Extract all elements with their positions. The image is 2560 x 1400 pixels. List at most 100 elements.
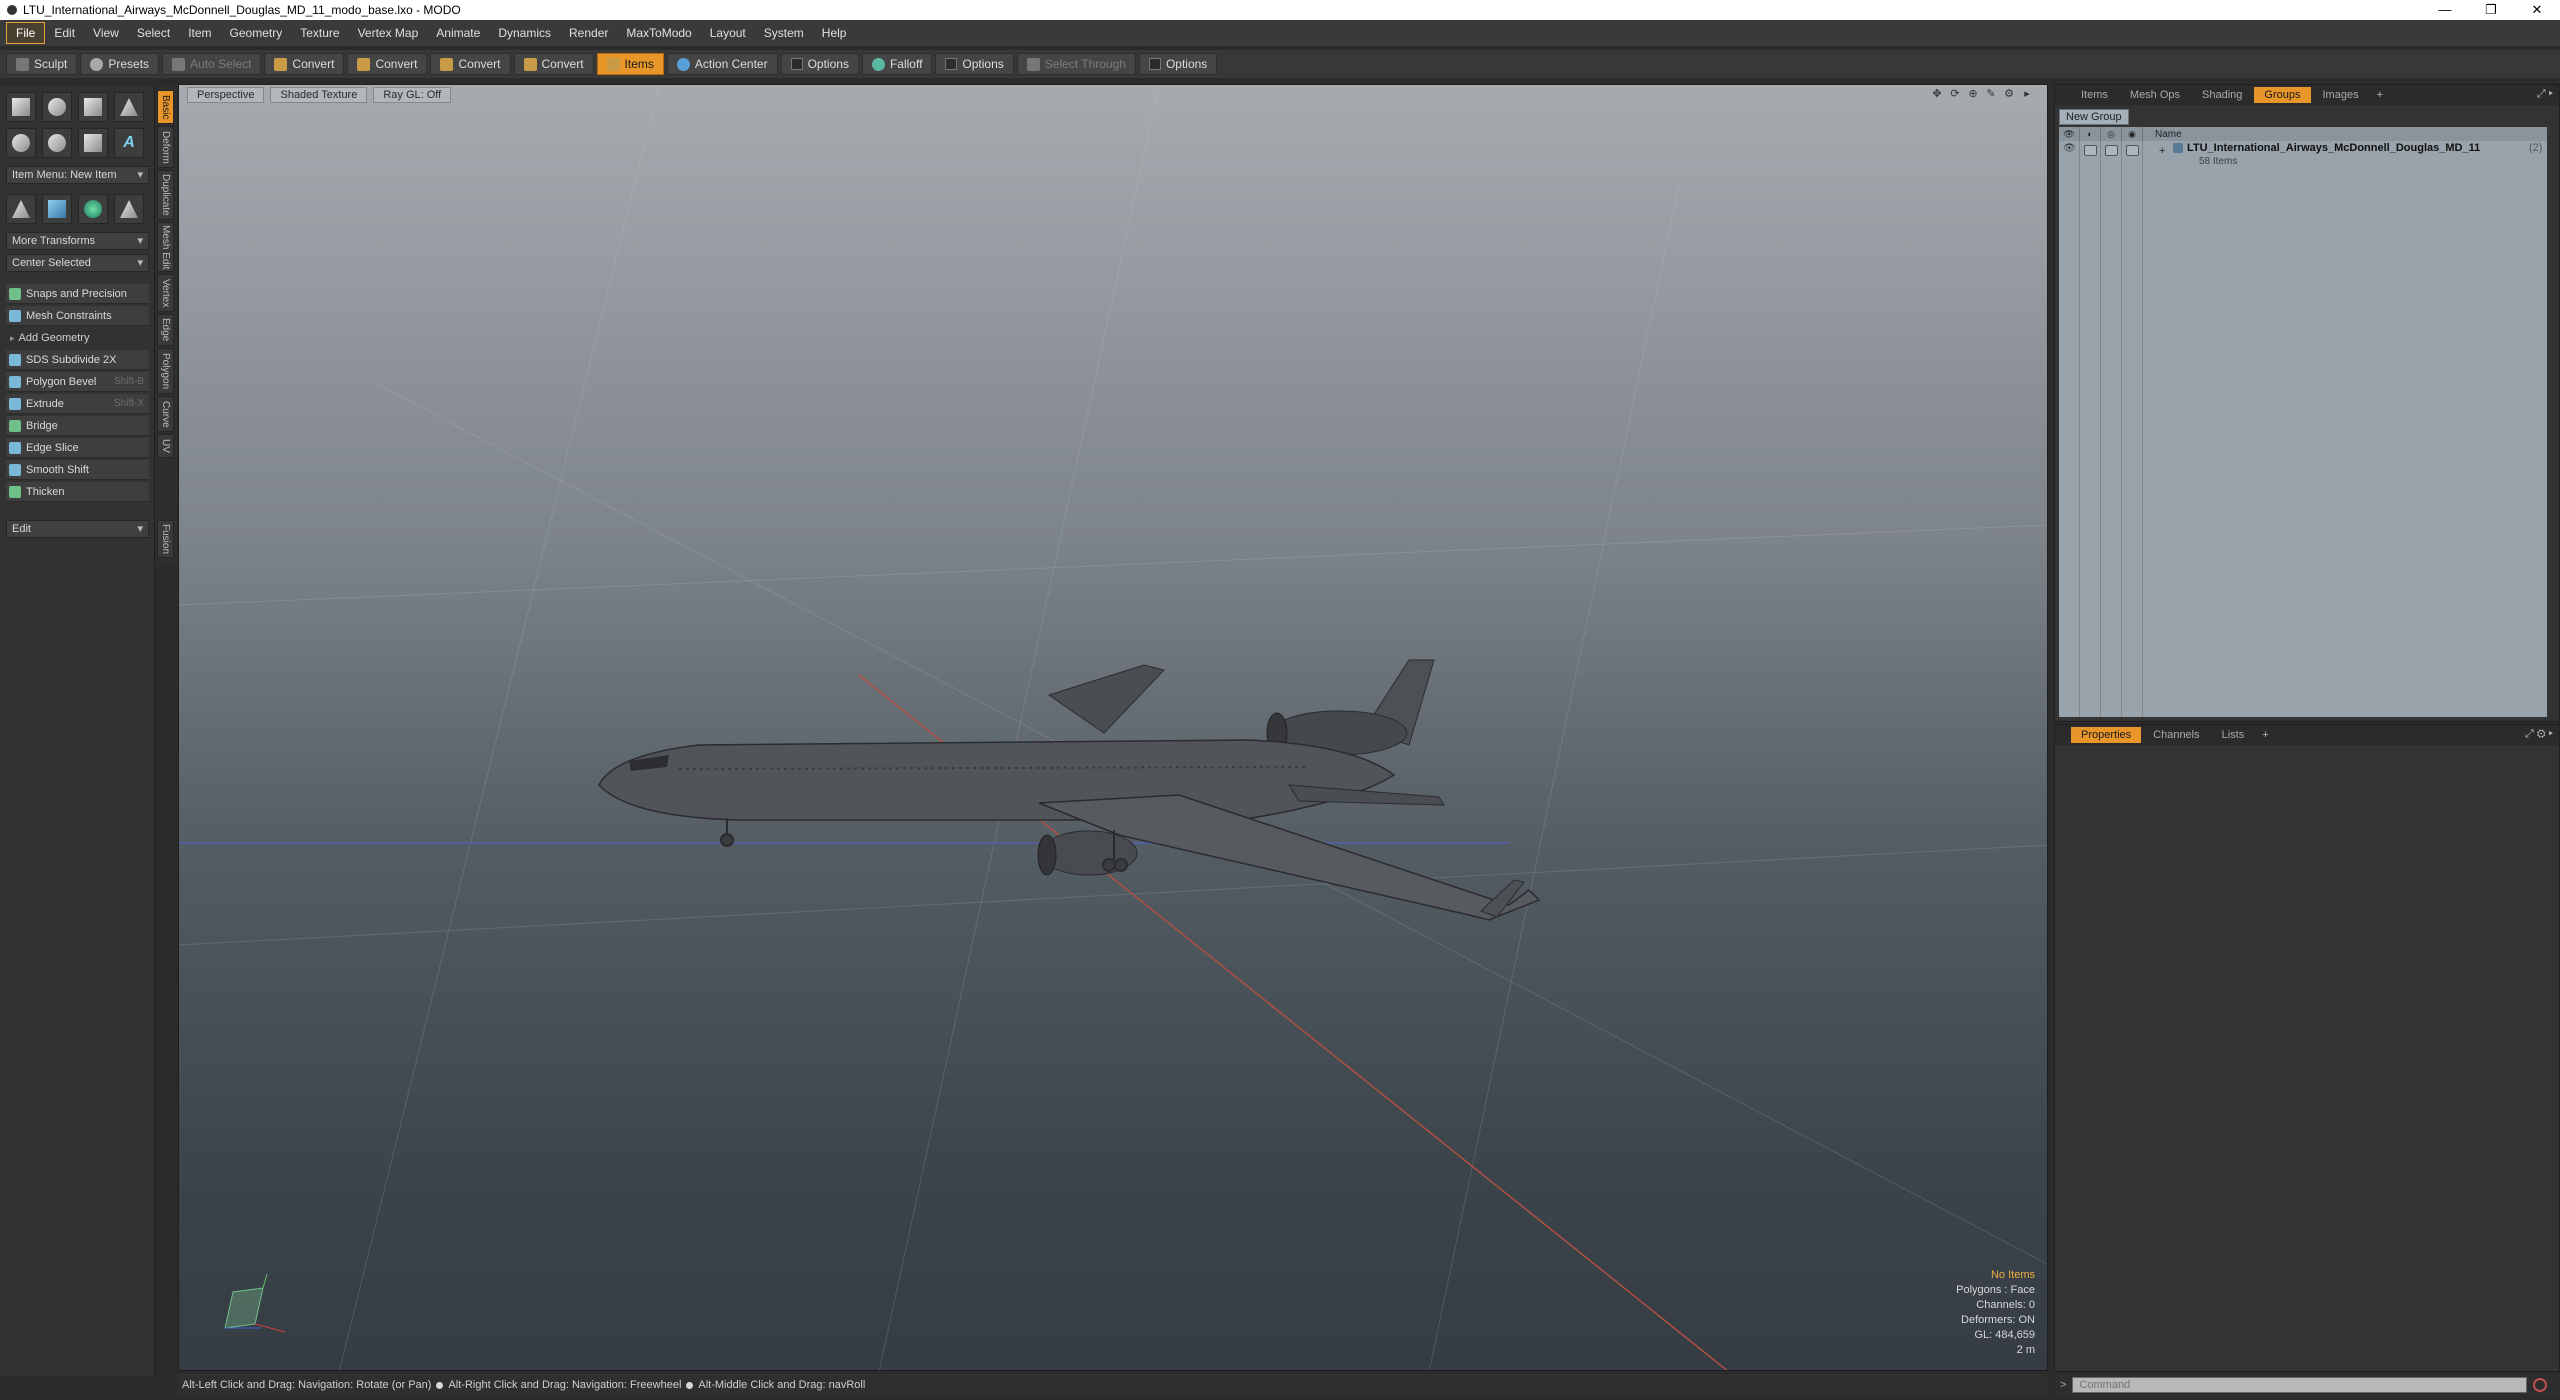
tab-items[interactable]: Items: [2071, 87, 2118, 103]
more-transforms-dropdown[interactable]: More Transforms: [6, 232, 149, 250]
vtab-polygon[interactable]: Polygon: [157, 348, 174, 394]
action-center-options-button[interactable]: Options: [780, 53, 859, 75]
render-toggle[interactable]: [2084, 145, 2097, 156]
menu-animate[interactable]: Animate: [427, 23, 489, 43]
action-center-button[interactable]: Action Center: [666, 53, 778, 75]
tab-groups[interactable]: Groups: [2254, 87, 2311, 103]
maximize-button[interactable]: ❐: [2468, 0, 2514, 20]
add-tab-button[interactable]: +: [2371, 87, 2389, 103]
select-column-icon[interactable]: ◉: [2122, 127, 2143, 141]
expand-icon[interactable]: ▸: [2021, 88, 2033, 100]
mesh-constraints-button[interactable]: Mesh Constraints: [6, 306, 149, 326]
grid-tool[interactable]: [42, 194, 72, 224]
falloff-options-button[interactable]: Options: [935, 53, 1014, 75]
shading-mode-button[interactable]: Shaded Texture: [270, 87, 368, 103]
tool-edge-slice[interactable]: Edge Slice: [6, 438, 149, 458]
tool-polygon-bevel[interactable]: Polygon Bevel Shift-B: [6, 372, 149, 392]
scene-canvas[interactable]: [179, 85, 2048, 1371]
lock-toggle[interactable]: [2105, 145, 2118, 156]
menu-render[interactable]: Render: [560, 23, 617, 43]
tab-lists[interactable]: Lists: [2212, 727, 2255, 743]
items-mode-button[interactable]: Items: [596, 53, 664, 75]
raygl-button[interactable]: Ray GL: Off: [373, 87, 452, 103]
airplane-model[interactable]: [598, 659, 1541, 921]
globe-tool[interactable]: [78, 194, 108, 224]
new-group-button[interactable]: New Group: [2059, 109, 2129, 125]
brush-icon[interactable]: ✎: [1985, 88, 1997, 100]
sculpt-button[interactable]: Sculpt: [6, 53, 78, 75]
tab-shading[interactable]: Shading: [2192, 87, 2252, 103]
snaps-precision-button[interactable]: Snaps and Precision: [6, 284, 149, 304]
transform-tool[interactable]: [6, 194, 36, 224]
auto-select-button[interactable]: Auto Select: [162, 53, 262, 75]
record-macro-icon[interactable]: [2533, 1378, 2548, 1392]
cone-tool[interactable]: [114, 92, 144, 122]
settings-icon[interactable]: ⚙: [2003, 88, 2015, 100]
select-through-options-button[interactable]: Options: [1138, 53, 1218, 75]
vtab-fusion[interactable]: Fusion: [157, 520, 174, 558]
add-geometry-section[interactable]: Add Geometry: [6, 329, 149, 347]
tool-thicken[interactable]: Thicken: [6, 482, 149, 502]
vtab-deform[interactable]: Deform: [157, 126, 174, 168]
tool-smooth-shift[interactable]: Smooth Shift: [6, 460, 149, 480]
menu-file[interactable]: File: [6, 22, 46, 44]
tool-bridge[interactable]: Bridge: [6, 416, 149, 436]
select-through-button[interactable]: Select Through: [1016, 53, 1136, 75]
tool-sds-subdivide[interactable]: SDS Subdivide 2X: [6, 350, 149, 370]
menu-texture[interactable]: Texture: [291, 23, 348, 43]
plane-tool[interactable]: [78, 128, 108, 158]
cube-tool[interactable]: [6, 92, 36, 122]
add-tab-button[interactable]: +: [2256, 727, 2274, 743]
convert-vertices-button[interactable]: Convert: [264, 53, 345, 75]
panel-expand-icon[interactable]: ⤢ ▸: [2537, 88, 2553, 101]
vtab-basic[interactable]: Basic: [157, 90, 174, 124]
tab-images[interactable]: Images: [2313, 87, 2369, 103]
perspective-button[interactable]: Perspective: [187, 87, 265, 103]
pan-icon[interactable]: ✥: [1931, 88, 1943, 100]
convert-polygons-button[interactable]: Convert: [430, 53, 511, 75]
tab-channels[interactable]: Channels: [2143, 727, 2209, 743]
item-menu-dropdown[interactable]: Item Menu: New Item: [6, 166, 149, 184]
tab-mesh-ops[interactable]: Mesh Ops: [2120, 87, 2190, 103]
3d-viewport[interactable]: Perspective Shaded Texture Ray GL: Off ✥…: [178, 84, 2048, 1371]
taper-tool[interactable]: [114, 194, 144, 224]
panel-expand-icon[interactable]: ⤢ ⚙ ▸: [2525, 728, 2553, 741]
rotate-icon[interactable]: ⟳: [1949, 88, 1961, 100]
menu-geometry[interactable]: Geometry: [221, 23, 292, 43]
menu-system[interactable]: System: [755, 23, 813, 43]
tool-extrude[interactable]: Extrude Shift-X: [6, 394, 149, 414]
lock-column-icon[interactable]: ◎: [2101, 127, 2122, 141]
vtab-mesh-edit[interactable]: Mesh Edit: [157, 222, 174, 272]
convert-materials-button[interactable]: Convert: [513, 53, 594, 75]
menu-select[interactable]: Select: [128, 23, 179, 43]
text-tool[interactable]: A: [114, 128, 144, 158]
menu-help[interactable]: Help: [813, 23, 856, 43]
visibility-column-icon[interactable]: 👁: [2059, 127, 2080, 141]
capsule-tool[interactable]: [42, 128, 72, 158]
command-input[interactable]: [2072, 1377, 2528, 1393]
render-column-icon[interactable]: ◐: [2080, 127, 2101, 141]
name-column-header[interactable]: Name: [2143, 129, 2182, 140]
vtab-vertex[interactable]: Vertex: [157, 274, 174, 312]
menu-item[interactable]: Item: [179, 23, 220, 43]
torus-tool[interactable]: [6, 128, 36, 158]
visibility-eye-icon[interactable]: 👁: [2063, 143, 2076, 154]
menu-vertex-map[interactable]: Vertex Map: [349, 23, 428, 43]
expand-toggle-icon[interactable]: +: [2159, 145, 2165, 157]
menu-edit[interactable]: Edit: [45, 23, 84, 43]
vtab-curve[interactable]: Curve: [157, 396, 174, 432]
edit-dropdown[interactable]: Edit: [6, 520, 149, 538]
vtab-uv[interactable]: UV: [157, 434, 174, 458]
group-row[interactable]: 👁 + LTU_International_Airways_McDonnell_…: [2059, 141, 2547, 171]
menu-view[interactable]: View: [84, 23, 128, 43]
menu-dynamics[interactable]: Dynamics: [489, 23, 560, 43]
cylinder-tool[interactable]: [78, 92, 108, 122]
zoom-icon[interactable]: ⊕: [1967, 88, 1979, 100]
select-toggle[interactable]: [2126, 145, 2139, 156]
sphere-tool[interactable]: [42, 92, 72, 122]
group-name[interactable]: LTU_International_Airways_McDonnell_Doug…: [2187, 142, 2480, 154]
close-button[interactable]: ✕: [2514, 0, 2560, 20]
presets-button[interactable]: Presets: [80, 53, 160, 75]
convert-edges-button[interactable]: Convert: [347, 53, 428, 75]
minimize-button[interactable]: —: [2422, 0, 2468, 20]
